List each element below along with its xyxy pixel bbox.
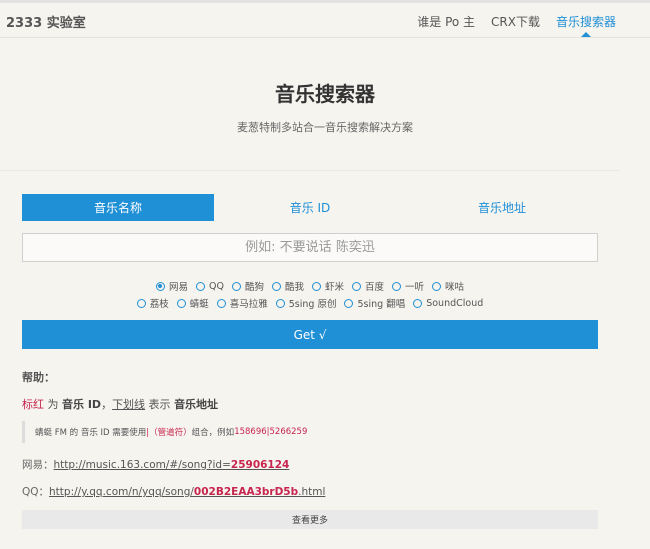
radio-icon bbox=[311, 281, 321, 291]
tab-music-url[interactable]: 音乐地址 bbox=[406, 194, 598, 221]
help-title: 帮助： bbox=[22, 371, 55, 384]
legend-red-word: 标红 bbox=[22, 398, 44, 411]
search-mode-tabs: 音乐名称 音乐 ID 音乐地址 bbox=[22, 194, 598, 221]
source-option-migu[interactable]: 咪咕 bbox=[432, 279, 464, 293]
source-option-qingting[interactable]: 蜻蜓 bbox=[176, 296, 209, 310]
source-option-netease[interactable]: 网易 bbox=[155, 279, 188, 293]
example-netease: 网易：http://music.163.com/#/song?id=259061… bbox=[22, 457, 289, 472]
radio-icon bbox=[231, 281, 241, 291]
get-button[interactable]: Get √ bbox=[22, 320, 598, 349]
brand-logo-text[interactable]: 2333 实验室 bbox=[6, 12, 86, 31]
hero: 音乐搜索器 麦葱特制多站合一音乐搜索解决方案 bbox=[0, 39, 650, 169]
nav-link-who-is-po[interactable]: 谁是 Po 主 bbox=[417, 13, 475, 30]
example-qq: QQ：http://y.qq.com/n/yqq/song/002B2EAA3b… bbox=[22, 484, 325, 499]
example-link-qq[interactable]: http://y.qq.com/n/yqq/song/002B2EAA3brD5… bbox=[49, 486, 325, 498]
url-prefix: http://music.163.com/#/song?id= bbox=[53, 459, 231, 471]
nav-link-crx-download[interactable]: CRX下载 bbox=[491, 13, 540, 30]
source-label: 网易 bbox=[168, 282, 188, 293]
source-option-lizhi[interactable]: 荔枝 bbox=[136, 296, 169, 310]
url-prefix: http://y.qq.com/n/yqq/song/ bbox=[49, 486, 194, 498]
source-label: 一听 bbox=[405, 282, 425, 293]
source-option-ximalaya[interactable]: 喜马拉雅 bbox=[216, 296, 268, 310]
source-label: 虾米 bbox=[324, 282, 344, 293]
nav-link-music-search[interactable]: 音乐搜索器 bbox=[555, 13, 616, 37]
legend-music-id: 音乐 ID bbox=[62, 398, 102, 411]
source-label: 蜻蜓 bbox=[189, 299, 209, 310]
source-label: QQ bbox=[208, 280, 224, 292]
source-label: 咪咕 bbox=[445, 282, 465, 293]
source-option-qq[interactable]: QQ bbox=[195, 279, 224, 293]
radio-icon bbox=[271, 281, 281, 291]
source-option-xiami[interactable]: 虾米 bbox=[311, 279, 344, 293]
note-pipe: |（管道符） bbox=[146, 428, 192, 438]
source-option-5sing-original[interactable]: 5sing 原创 bbox=[275, 296, 337, 310]
note-example: 158696|5266259 bbox=[234, 427, 308, 437]
source-option-1ting[interactable]: 一听 bbox=[392, 279, 424, 293]
source-label: 百度 bbox=[364, 282, 384, 293]
note-text: 组合，例如 bbox=[191, 428, 235, 438]
top-navbar: 2333 实验室 谁是 Po 主 CRX下载 音乐搜索器 bbox=[0, 0, 650, 38]
show-more-button[interactable]: 查看更多 bbox=[22, 510, 598, 529]
source-label: 5sing 原创 bbox=[288, 299, 337, 310]
source-option-baidu[interactable]: 百度 bbox=[351, 279, 384, 293]
source-option-5sing-cover[interactable]: 5sing 翻唱 bbox=[344, 296, 405, 310]
source-option-kuwo[interactable]: 酷我 bbox=[271, 279, 304, 293]
radio-icon bbox=[216, 298, 226, 308]
top-nav: 谁是 Po 主 CRX下载 音乐搜索器 bbox=[417, 13, 616, 37]
url-id: 25906124 bbox=[230, 459, 290, 471]
source-label: 酷狗 bbox=[244, 282, 264, 293]
radio-icon bbox=[392, 281, 401, 291]
page-subtitle: 麦葱特制多站合一音乐搜索解决方案 bbox=[237, 121, 413, 134]
radio-icon bbox=[351, 281, 361, 291]
page-title: 音乐搜索器 bbox=[275, 82, 375, 106]
search-input[interactable] bbox=[22, 233, 598, 262]
radio-icon bbox=[275, 298, 285, 308]
source-options-row-2: 荔枝 蜻蜓 喜马拉雅 5sing 原创 5sing 翻唱 SoundCloud bbox=[22, 296, 598, 310]
legend-music-url: 音乐地址 bbox=[174, 398, 219, 411]
legend-underline-word: 下划线 bbox=[112, 398, 146, 411]
example-label: QQ： bbox=[22, 486, 50, 498]
qingting-note: 蜻蜓 FM 的 音乐 ID 需要使用 |（管道符） 组合，例如 158696|5… bbox=[22, 421, 322, 443]
legend-text: 表示 bbox=[145, 398, 175, 411]
url-id: 002B2EAA3brD5b bbox=[193, 486, 299, 498]
radio-icon bbox=[413, 298, 423, 308]
tab-music-id[interactable]: 音乐 ID bbox=[214, 194, 406, 221]
radio-icon bbox=[344, 298, 354, 308]
url-suffix: .html bbox=[298, 486, 326, 498]
radio-icon bbox=[176, 298, 186, 308]
active-caret-icon bbox=[580, 32, 591, 37]
source-option-kugou[interactable]: 酷狗 bbox=[231, 279, 264, 293]
tab-music-name[interactable]: 音乐名称 bbox=[22, 194, 214, 221]
source-label: 酷我 bbox=[284, 282, 304, 293]
source-options-row-1: 网易 QQ 酷狗 酷我 虾米 百度 一听 咪咕 bbox=[22, 279, 598, 293]
example-link-netease[interactable]: http://music.163.com/#/song?id=25906124 bbox=[54, 459, 290, 471]
source-label: SoundCloud bbox=[426, 297, 484, 309]
source-label: 荔枝 bbox=[149, 299, 169, 310]
legend-sep: ， bbox=[101, 398, 113, 411]
source-option-soundcloud[interactable]: SoundCloud bbox=[413, 296, 483, 310]
radio-icon bbox=[195, 281, 205, 291]
radio-selected-icon bbox=[155, 281, 165, 291]
source-label: 喜马拉雅 bbox=[229, 299, 268, 310]
nav-link-music-search-label: 音乐搜索器 bbox=[555, 15, 616, 29]
help-legend: 标红 为 音乐 ID，下划线 表示 音乐地址 bbox=[22, 396, 218, 412]
radio-icon bbox=[136, 298, 146, 308]
note-text: 蜻蜓 FM 的 音乐 ID 需要使用 bbox=[35, 428, 147, 438]
radio-icon bbox=[432, 281, 442, 291]
source-label: 5sing 翻唱 bbox=[357, 299, 406, 310]
legend-text: 为 bbox=[44, 398, 62, 411]
example-label: 网易： bbox=[22, 459, 54, 471]
hero-divider bbox=[0, 170, 620, 171]
